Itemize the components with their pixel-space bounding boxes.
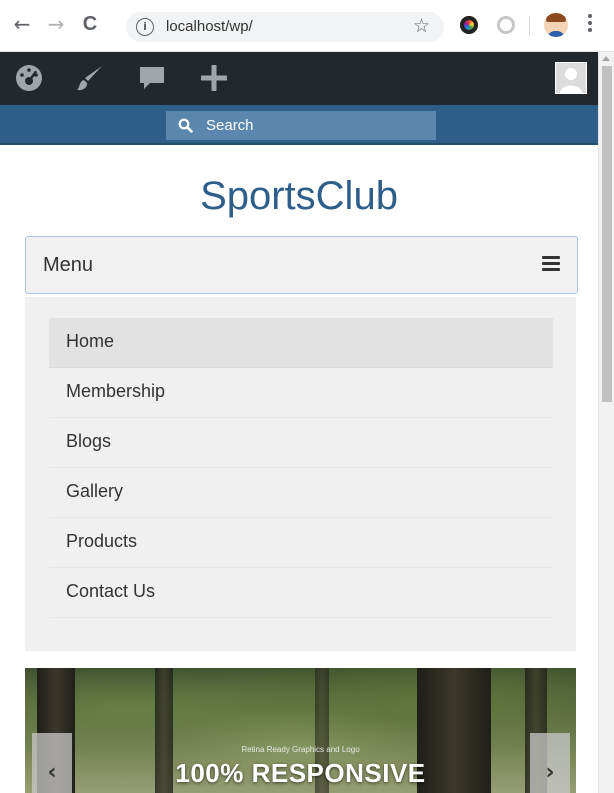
nav-item-contact-us[interactable]: Contact Us: [49, 568, 553, 618]
nav-menu-panel: Home Membership Blogs Gallery Products C…: [25, 297, 576, 651]
profile-avatar-icon[interactable]: [544, 13, 568, 37]
scrollbar-thumb[interactable]: [602, 66, 612, 402]
slider-next-arrow-icon[interactable]: ›: [530, 733, 570, 793]
page-scrollbar[interactable]: [598, 52, 614, 793]
slide-subtitle: Retina Ready Graphics and Logo: [241, 745, 360, 754]
nav-item-gallery[interactable]: Gallery: [49, 468, 553, 518]
user-avatar-icon[interactable]: [555, 62, 587, 94]
site-title[interactable]: SportsClub: [0, 174, 598, 219]
search-input[interactable]: Search: [166, 111, 436, 140]
search-icon: [178, 118, 193, 133]
nav-item-membership[interactable]: Membership: [49, 368, 553, 418]
bookmark-star-icon[interactable]: ☆: [413, 15, 430, 37]
dashboard-icon[interactable]: [14, 63, 44, 93]
address-url[interactable]: localhost/wp/: [166, 18, 253, 35]
hero-slider: Retina Ready Graphics and Logo 100% RESP…: [25, 668, 576, 793]
color-extension-icon[interactable]: [460, 16, 478, 34]
slider-prev-arrow-icon[interactable]: ‹: [32, 733, 72, 793]
new-content-plus-icon[interactable]: [199, 63, 229, 93]
page-viewport: Search SportsClub Menu Home Membership B…: [0, 52, 598, 793]
nav-item-products[interactable]: Products: [49, 518, 553, 568]
search-label: Search: [206, 117, 254, 134]
scroll-up-arrow-icon[interactable]: [602, 56, 610, 61]
slide-title: 100% RESPONSIVE: [175, 758, 426, 788]
toolbar-separator: [529, 16, 530, 36]
comments-icon[interactable]: [137, 63, 167, 93]
circle-extension-icon[interactable]: [497, 16, 515, 34]
reload-icon[interactable]: C: [78, 12, 102, 36]
nav-item-blogs[interactable]: Blogs: [49, 418, 553, 468]
browser-menu-icon[interactable]: [588, 14, 592, 35]
customize-brush-icon[interactable]: [75, 63, 105, 93]
menu-label: Menu: [43, 254, 94, 276]
admin-search-bar: Search: [0, 105, 598, 145]
forward-arrow-icon[interactable]: →: [44, 12, 68, 36]
back-arrow-icon[interactable]: ←: [10, 12, 34, 36]
menu-toggle[interactable]: Menu: [25, 236, 578, 294]
address-bar[interactable]: i localhost/wp/ ☆: [126, 12, 444, 42]
hamburger-icon[interactable]: [542, 256, 560, 271]
nav-item-home[interactable]: Home: [49, 318, 553, 368]
site-info-icon[interactable]: i: [136, 18, 154, 36]
wp-admin-bar: [0, 52, 598, 105]
nav-menu-list: Home Membership Blogs Gallery Products C…: [49, 318, 553, 618]
browser-toolbar: ← → C i localhost/wp/ ☆: [0, 0, 614, 52]
